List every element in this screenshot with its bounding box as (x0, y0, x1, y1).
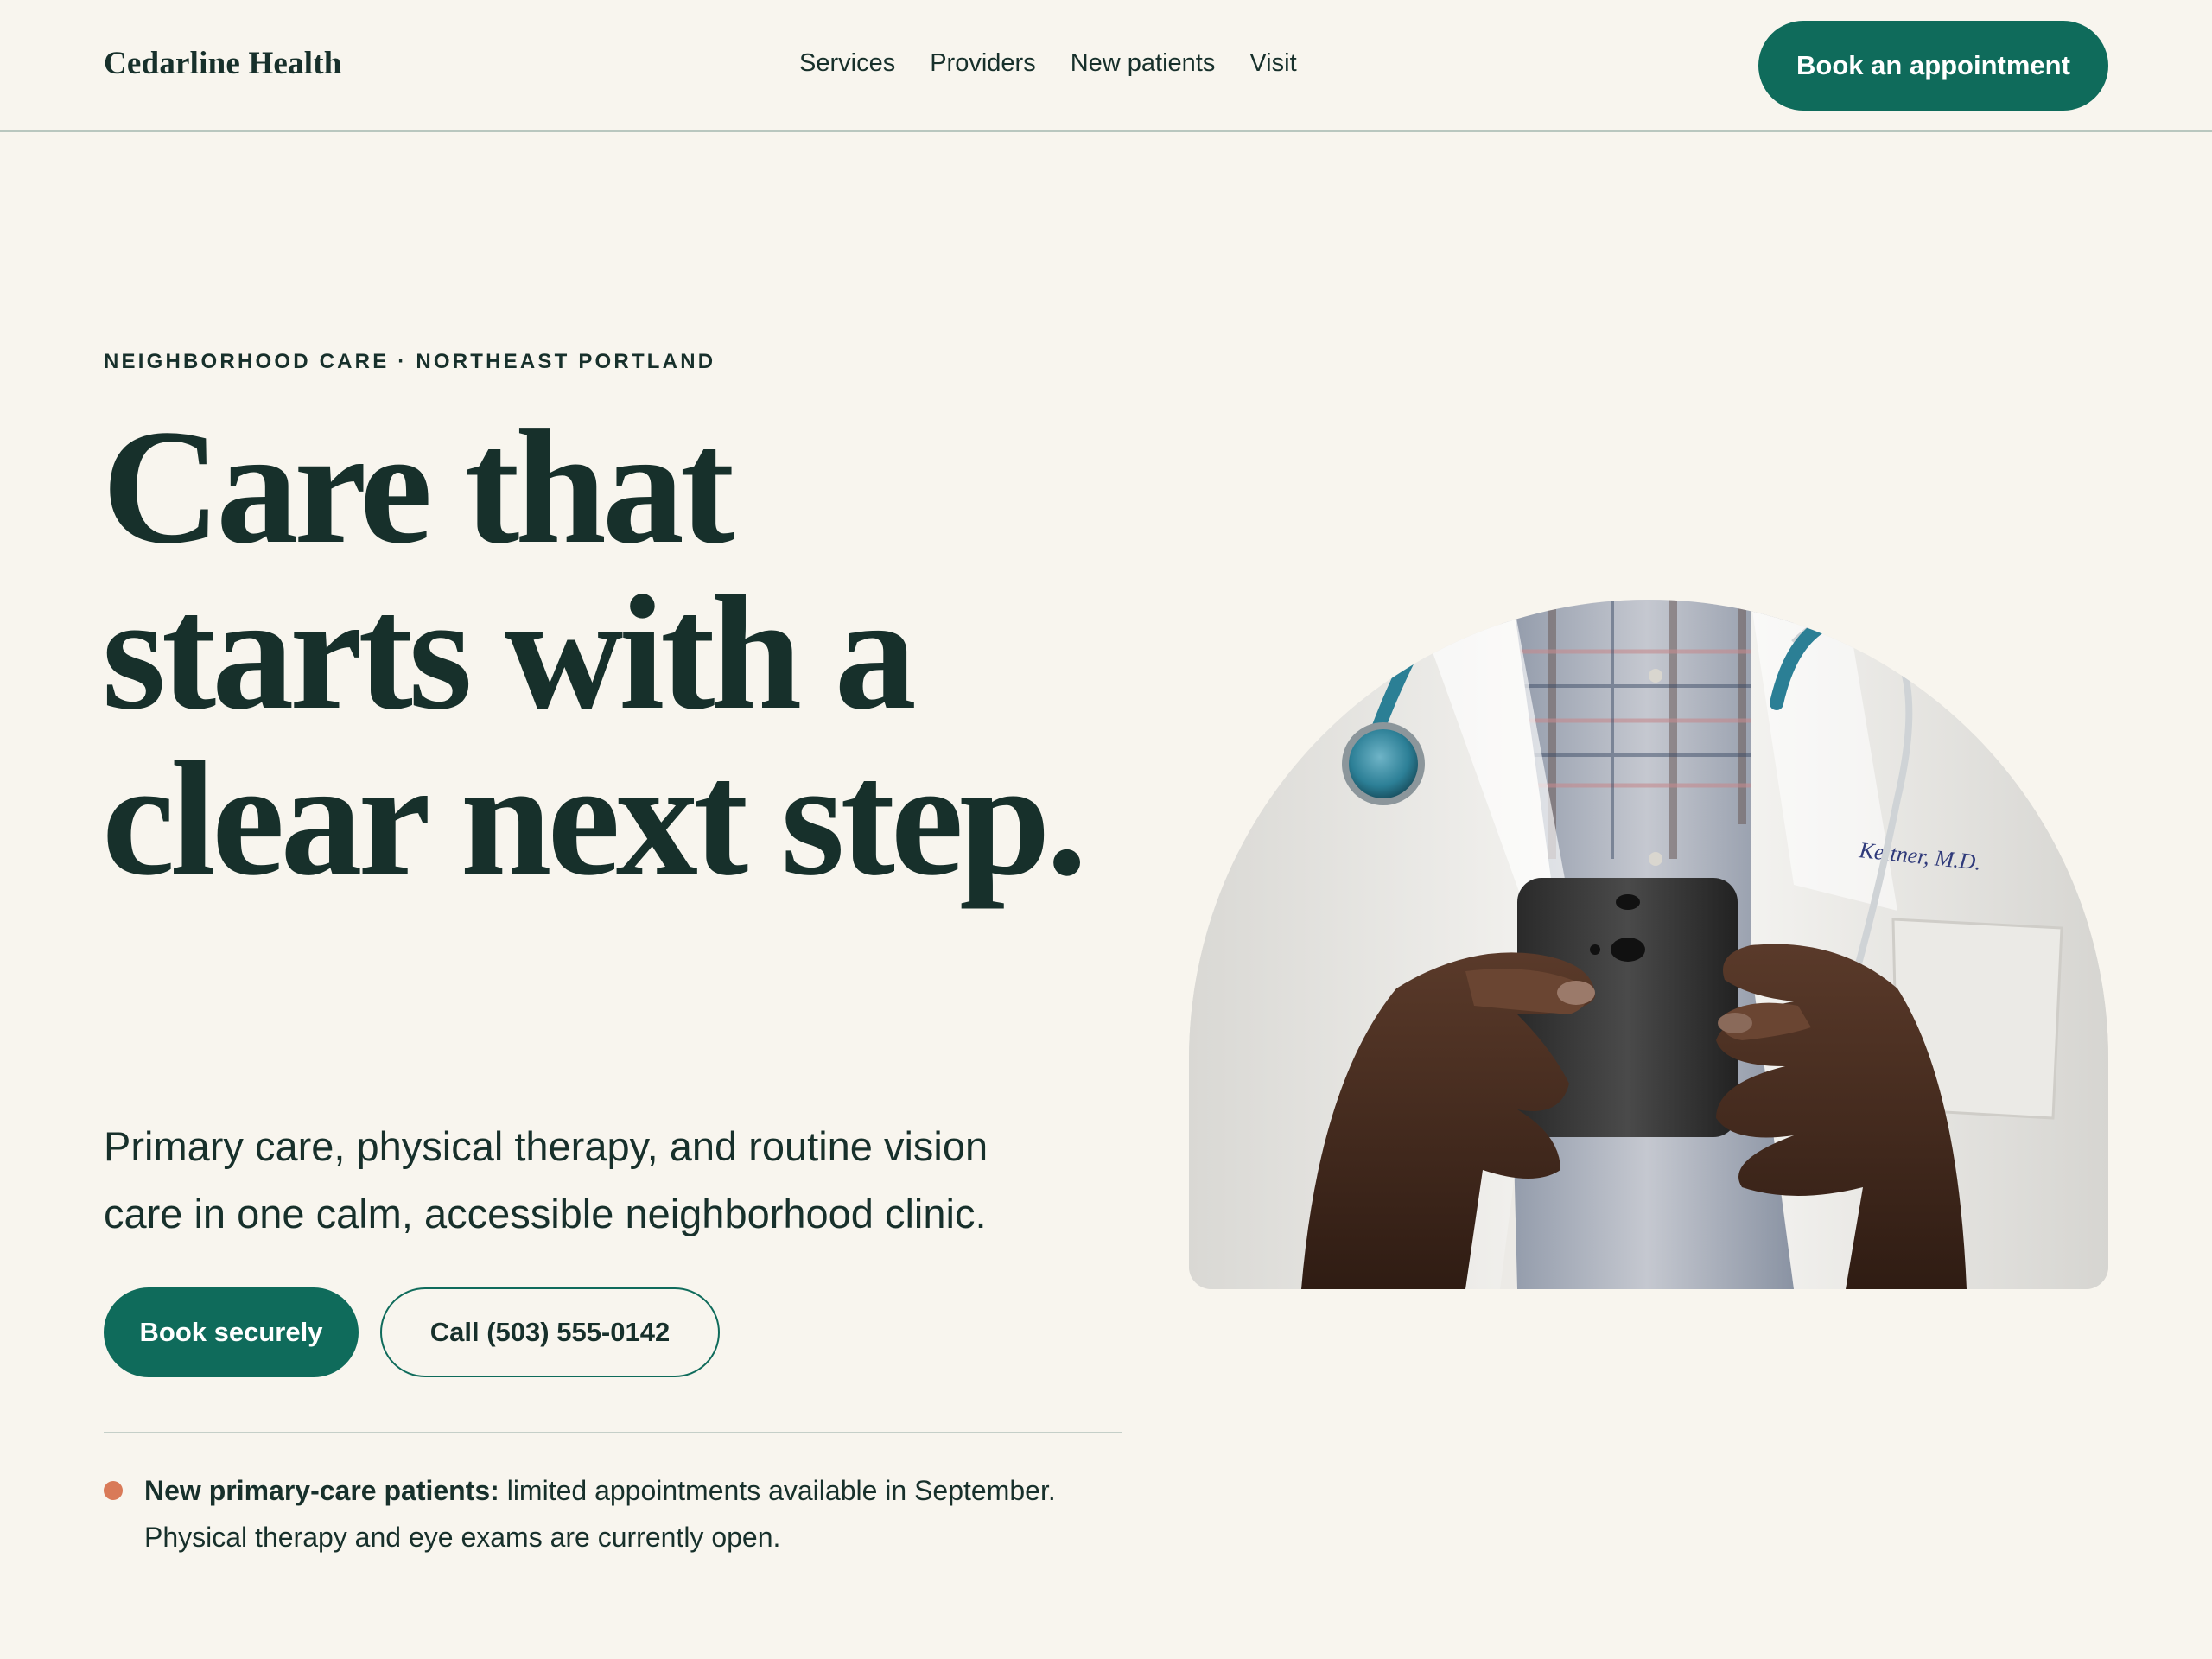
hero-subtitle: Primary care, physical therapy, and rout… (104, 1123, 988, 1236)
main-nav: Services Providers New patients Visit (799, 49, 1297, 78)
hero-eyebrow: NEIGHBORHOOD CARE · NORTHEAST PORTLAND (104, 350, 716, 373)
nav-link-new-patients[interactable]: New patients (1071, 49, 1216, 78)
call-phone-button[interactable]: Call (503) 555-0142 (380, 1287, 720, 1377)
nav-link-providers[interactable]: Providers (930, 49, 1036, 78)
nav-link-services[interactable]: Services (799, 49, 895, 78)
book-appointment-button[interactable]: Book an appointment (1758, 21, 2108, 111)
brand-logo[interactable]: Cedarline Health (104, 45, 342, 82)
hero-headline: Care that starts with a clear next step. (102, 397, 1087, 910)
notice-status-dot (104, 1481, 123, 1500)
book-securely-button[interactable]: Book securely (104, 1287, 359, 1377)
availability-notice: New primary-care patients: limited appoi… (144, 1467, 1129, 1560)
site-header: Cedarline Health Services Providers New … (0, 0, 2212, 132)
doctor-holding-smartphone-photo: Keltner, M.D. (1189, 600, 2108, 1289)
nav-link-visit[interactable]: Visit (1249, 49, 1296, 78)
hero-divider (104, 1432, 1122, 1433)
notice-label: New primary-care patients: (144, 1475, 499, 1506)
